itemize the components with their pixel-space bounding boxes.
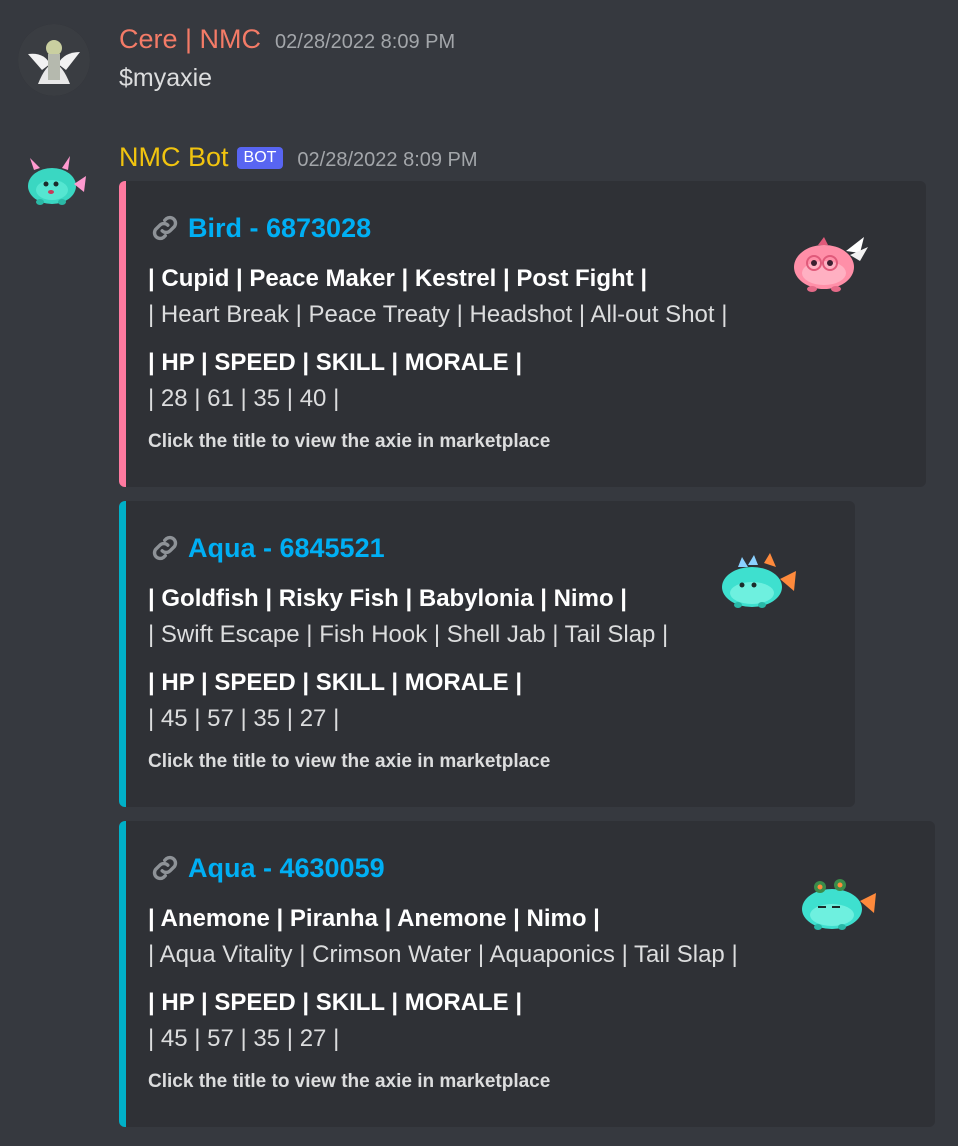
stats-values: | 28 | 61 | 35 | 40 | bbox=[148, 385, 340, 412]
embed-title-link[interactable]: Aqua - 6845521 bbox=[148, 531, 385, 565]
link-icon bbox=[152, 215, 178, 241]
embed-title[interactable]: Aqua - 4630059 bbox=[188, 853, 385, 884]
message-header: NMC Bot BOT 02/28/2022 8:09 PM bbox=[119, 142, 478, 173]
aqua-axie-thumbnail[interactable] bbox=[714, 549, 804, 619]
axie-abilities: | Aqua Vitality | Crimson Water | Aquapo… bbox=[148, 941, 738, 968]
axie-embed: Bird - 6873028 | Cupid | Peace Maker | K… bbox=[119, 181, 926, 487]
stats-header: | HP | SPEED | SKILL | MORALE | bbox=[148, 989, 523, 1016]
axie-abilities: | Heart Break | Peace Treaty | Headshot … bbox=[148, 301, 728, 328]
axie-embed: Aqua - 4630059 | Anemone | Piranha | Ane… bbox=[119, 821, 935, 1127]
axie-abilities: | Swift Escape | Fish Hook | Shell Jab |… bbox=[148, 621, 669, 648]
bot-avatar[interactable] bbox=[18, 144, 90, 216]
embed-footer: Click the title to view the axie in mark… bbox=[148, 431, 551, 452]
link-icon bbox=[152, 535, 178, 561]
embed-title-link[interactable]: Aqua - 4630059 bbox=[148, 851, 385, 885]
stats-values: | 45 | 57 | 35 | 27 | bbox=[148, 705, 340, 732]
stats-header: | HP | SPEED | SKILL | MORALE | bbox=[148, 349, 523, 376]
axie-embed: Aqua - 6845521 | Goldfish | Risky Fish |… bbox=[119, 501, 855, 807]
pink-bird-axie-thumbnail[interactable] bbox=[784, 229, 874, 299]
axie-parts: | Goldfish | Risky Fish | Babylonia | Ni… bbox=[148, 585, 627, 612]
timestamp: 02/28/2022 8:09 PM bbox=[297, 149, 478, 171]
username[interactable]: NMC Bot bbox=[119, 142, 229, 173]
aqua-axie-thumbnail[interactable] bbox=[794, 869, 884, 939]
message-bot: NMC Bot BOT 02/28/2022 8:09 PM Bird - 68… bbox=[0, 0, 958, 1146]
embed-title-link[interactable]: Bird - 6873028 bbox=[148, 211, 371, 245]
embed-footer: Click the title to view the axie in mark… bbox=[148, 751, 551, 772]
axie-parts: | Anemone | Piranha | Anemone | Nimo | bbox=[148, 905, 600, 932]
axie-parts: | Cupid | Peace Maker | Kestrel | Post F… bbox=[148, 265, 648, 292]
embed-title[interactable]: Aqua - 6845521 bbox=[188, 533, 385, 564]
link-icon bbox=[152, 855, 178, 881]
stats-header: | HP | SPEED | SKILL | MORALE | bbox=[148, 669, 523, 696]
stats-values: | 45 | 57 | 35 | 27 | bbox=[148, 1025, 340, 1052]
embed-title[interactable]: Bird - 6873028 bbox=[188, 213, 371, 244]
embed-footer: Click the title to view the axie in mark… bbox=[148, 1071, 551, 1092]
bot-badge: BOT bbox=[236, 147, 284, 169]
